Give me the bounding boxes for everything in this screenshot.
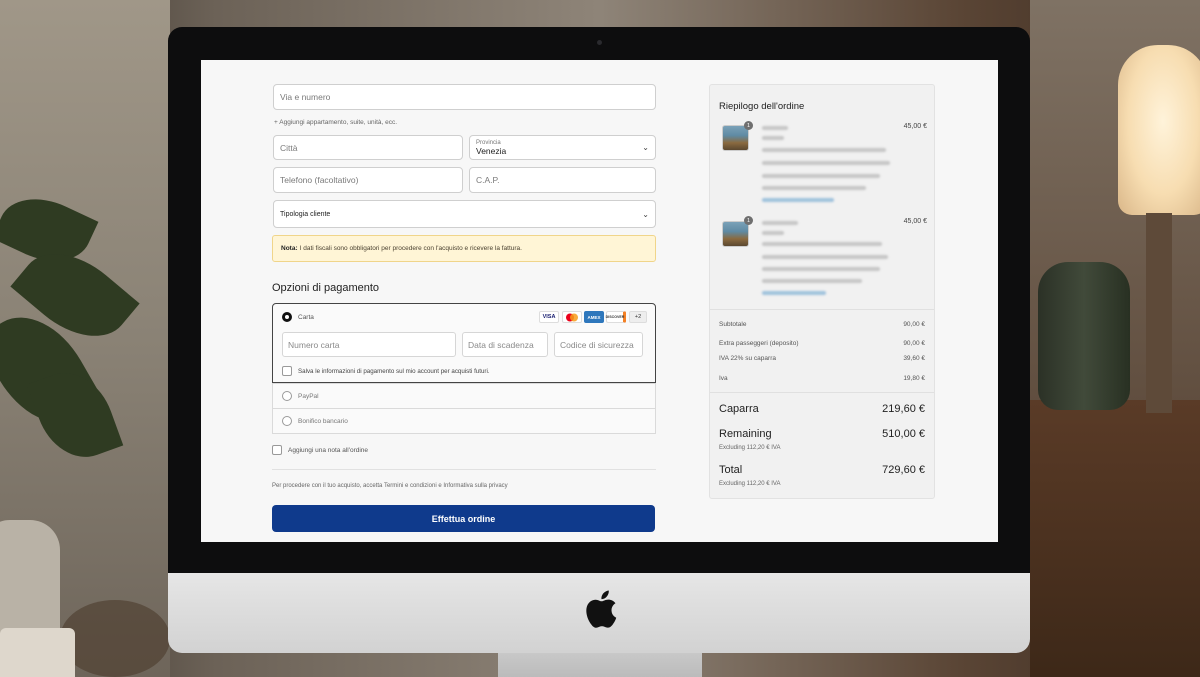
place-order-button[interactable]: Effettua ordine (272, 505, 655, 532)
street-input[interactable]: Via e numero (273, 84, 656, 110)
notice-text: I dati fiscali sono obbligatori per proc… (299, 245, 522, 252)
card-payment-option[interactable]: Carta VISA AMEX DISCOVER +2 Numero carta… (272, 303, 656, 383)
screen: Via e numero + Aggiungi appartamento, su… (201, 60, 998, 542)
city-input[interactable]: Città (273, 135, 463, 160)
zip-input[interactable]: C.A.P. (469, 167, 656, 193)
subtotal-value: 90,00 € (903, 321, 925, 328)
add-apartment-link[interactable]: + Aggiungi appartamento, suite, unità, e… (274, 119, 397, 126)
amex-icon: AMEX (584, 311, 604, 323)
discover-icon: DISCOVER (606, 311, 626, 323)
item-price: 45,00 € (903, 123, 927, 130)
expiry-placeholder: Data di scadenza (468, 339, 534, 350)
summary-divider (710, 392, 934, 393)
vat-deposit-value: 39,60 € (903, 355, 925, 362)
notice-prefix: Nota: (281, 245, 298, 252)
total-label: Total (719, 464, 743, 476)
quantity-badge: 1 (744, 121, 753, 130)
expiry-input[interactable]: Data di scadenza (462, 332, 548, 357)
chevron-down-icon: ⌄ (642, 143, 649, 152)
apple-logo-icon (586, 590, 617, 628)
bank-transfer-label: Bonifico bancario (298, 417, 348, 425)
phone-input[interactable]: Telefono (facoltativo) (273, 167, 463, 193)
blurred-text (762, 186, 866, 190)
customer-type-label: Tipologia cliente (280, 210, 331, 218)
camera-icon (597, 40, 602, 45)
total-value: 729,60 € (882, 464, 925, 476)
summary-divider (710, 309, 934, 310)
card-number-placeholder: Numero carta (288, 339, 340, 350)
phone-placeholder: Telefono (facoltativo) (280, 175, 359, 185)
extra-value: 90,00 € (903, 340, 925, 347)
more-brands-badge: +2 (629, 311, 647, 323)
paypal-label: PayPal (298, 392, 319, 400)
blurred-text (762, 279, 862, 283)
blurred-text (762, 126, 788, 130)
deposit-label: Caparra (719, 403, 759, 415)
save-payment-row[interactable]: Salva le informazioni di pagamento sul m… (282, 366, 490, 376)
table-shadow (60, 600, 170, 677)
quantity-badge: 1 (744, 216, 753, 225)
total-note: Excluding 112,20 € IVA (719, 481, 781, 487)
blurred-text (762, 174, 880, 178)
monitor-stand (498, 653, 702, 677)
customer-type-select[interactable]: Tipologia cliente ⌄ (273, 200, 656, 228)
cvc-placeholder: Codice di sicurezza (560, 339, 634, 350)
blurred-text (762, 267, 880, 271)
order-note-checkbox[interactable] (272, 445, 282, 455)
remaining-label: Remaining (719, 428, 772, 440)
vat-value: 19,80 € (903, 375, 925, 382)
summary-title: Riepilogo dell'ordine (719, 101, 805, 112)
save-payment-label: Salva le informazioni di pagamento sul m… (298, 367, 490, 375)
divider (272, 469, 656, 470)
subtotal-label: Subtotale (719, 321, 747, 328)
blurred-link (762, 198, 834, 202)
order-note-label: Aggiungi una nota all'ordine (288, 446, 369, 454)
vase (1038, 262, 1130, 410)
blurred-text (762, 148, 886, 152)
item-price: 45,00 € (903, 218, 927, 225)
deposit-value: 219,60 € (882, 403, 925, 415)
blurred-text (762, 242, 882, 246)
bank-transfer-radio[interactable] (282, 416, 292, 426)
fiscal-notice: Nota: I dati fiscali sono obbligatori pe… (272, 235, 656, 262)
extra-label: Extra passeggeri (deposito) (719, 340, 799, 347)
paypal-radio[interactable] (282, 391, 292, 401)
blurred-text (762, 136, 784, 140)
blurred-text (762, 161, 890, 165)
chevron-down-icon: ⌄ (642, 209, 649, 219)
blurred-text (762, 221, 798, 225)
province-value: Venezia (476, 145, 507, 156)
street-placeholder: Via e numero (280, 92, 331, 102)
terms-text: Per procedere con il tuo acquisto, accet… (272, 483, 508, 489)
remaining-note: Excluding 112,20 € IVA (719, 445, 781, 451)
paypal-option[interactable]: PayPal (272, 383, 656, 409)
card-radio[interactable] (282, 312, 292, 322)
vat-deposit-label: IVA 22% su caparra (719, 355, 776, 362)
lamp-shade (1118, 45, 1200, 215)
mastercard-icon (562, 311, 582, 323)
background-shelf (1030, 400, 1200, 677)
zip-placeholder: C.A.P. (476, 175, 500, 185)
province-select[interactable]: Provincia Venezia ⌄ (469, 135, 656, 160)
cup (0, 628, 75, 677)
blurred-text (762, 231, 784, 235)
remaining-value: 510,00 € (882, 428, 925, 440)
city-placeholder: Città (280, 142, 298, 153)
save-payment-checkbox[interactable] (282, 366, 292, 376)
order-summary: Riepilogo dell'ordine 1 45,00 € 1 45,00 … (709, 84, 935, 499)
product-thumbnail (722, 221, 749, 247)
cvc-input[interactable]: Codice di sicurezza (554, 332, 643, 357)
order-note-row[interactable]: Aggiungi una nota all'ordine (272, 445, 368, 455)
visa-icon: VISA (539, 311, 559, 323)
blurred-link (762, 291, 826, 295)
card-label: Carta (298, 313, 314, 321)
payment-title: Opzioni di pagamento (272, 282, 380, 294)
card-radio-row[interactable]: Carta (282, 312, 314, 322)
bank-transfer-option[interactable]: Bonifico bancario (272, 408, 656, 434)
vat-label: Iva (719, 375, 728, 382)
blurred-text (762, 255, 888, 259)
lamp-stand (1146, 213, 1172, 413)
card-number-input[interactable]: Numero carta (282, 332, 456, 357)
